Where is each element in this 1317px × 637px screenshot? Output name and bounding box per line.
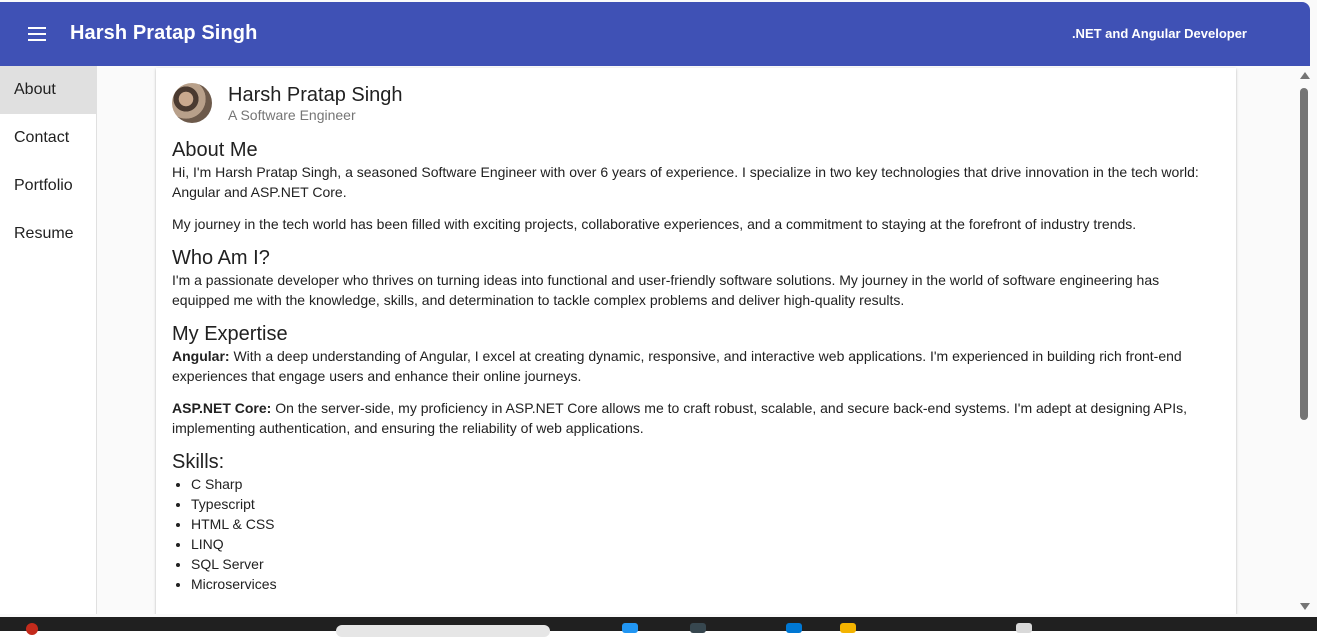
about-paragraph-2: My journey in the tech world has been fi… bbox=[172, 216, 1137, 232]
main-content[interactable]: Harsh Pratap Singh A Software Engineer A… bbox=[98, 66, 1295, 614]
expertise-heading: My Expertise bbox=[172, 323, 288, 345]
app-title: Harsh Pratap Singh bbox=[70, 22, 258, 44]
nav-item-contact[interactable]: Contact bbox=[0, 114, 96, 162]
taskbar-app-icon[interactable] bbox=[622, 623, 638, 633]
taskbar-search-box[interactable] bbox=[336, 625, 550, 637]
profile-subtitle: A Software Engineer bbox=[228, 107, 356, 123]
scroll-down-arrow-icon[interactable] bbox=[1300, 603, 1310, 610]
who-heading: Who Am I? bbox=[172, 247, 270, 269]
angular-text: With a deep understanding of Angular, I … bbox=[172, 348, 1182, 384]
card-header: Harsh Pratap Singh A Software Engineer bbox=[172, 82, 1220, 124]
skills-list: C Sharp Typescript HTML & CSS LINQ SQL S… bbox=[191, 474, 1220, 594]
vertical-scrollbar[interactable] bbox=[1298, 70, 1310, 610]
nav-item-resume[interactable]: Resume bbox=[0, 210, 96, 258]
os-taskbar bbox=[0, 617, 1317, 637]
expertise-aspnet: ASP.NET Core: On the server-side, my pro… bbox=[172, 398, 1220, 438]
profile-name: Harsh Pratap Singh bbox=[228, 84, 403, 106]
app-tagline: .NET and Angular Developer bbox=[1071, 26, 1247, 41]
who-paragraph: I'm a passionate developer who thrives o… bbox=[172, 272, 1160, 308]
notification-badge-icon[interactable] bbox=[26, 623, 38, 635]
nav-item-about[interactable]: About bbox=[0, 66, 96, 114]
aspnet-text: On the server-side, my proficiency in AS… bbox=[172, 400, 1188, 436]
skills-heading: Skills: bbox=[172, 451, 225, 473]
scroll-thumb[interactable] bbox=[1300, 88, 1308, 420]
app-window: Harsh Pratap Singh .NET and Angular Deve… bbox=[0, 0, 1317, 637]
skill-item: LINQ bbox=[191, 534, 1220, 554]
skill-item: C Sharp bbox=[191, 474, 1220, 494]
skill-item: Typescript bbox=[191, 494, 1220, 514]
taskbar-app-icon[interactable] bbox=[786, 623, 802, 633]
skill-item: Microservices bbox=[191, 574, 1220, 594]
taskbar-app-icon[interactable] bbox=[690, 623, 706, 633]
side-nav: About Contact Portfolio Resume bbox=[0, 66, 97, 614]
taskbar-app-icon[interactable] bbox=[1016, 623, 1032, 633]
profile-card: Harsh Pratap Singh A Software Engineer A… bbox=[156, 68, 1236, 614]
taskbar-app-icon[interactable] bbox=[840, 623, 856, 633]
menu-icon[interactable] bbox=[26, 22, 50, 46]
about-paragraph-1: Hi, I'm Harsh Pratap Singh, a seasoned S… bbox=[172, 164, 1199, 200]
about-heading: About Me bbox=[172, 139, 258, 161]
scroll-up-arrow-icon[interactable] bbox=[1300, 72, 1310, 79]
avatar bbox=[172, 83, 212, 123]
top-toolbar: Harsh Pratap Singh .NET and Angular Deve… bbox=[0, 2, 1310, 66]
skill-item: HTML & CSS bbox=[191, 514, 1220, 534]
expertise-angular: Angular: With a deep understanding of An… bbox=[172, 346, 1220, 386]
aspnet-label: ASP.NET Core: bbox=[172, 400, 272, 416]
nav-item-portfolio[interactable]: Portfolio bbox=[0, 162, 96, 210]
skill-item: SQL Server bbox=[191, 554, 1220, 574]
angular-label: Angular: bbox=[172, 348, 230, 364]
